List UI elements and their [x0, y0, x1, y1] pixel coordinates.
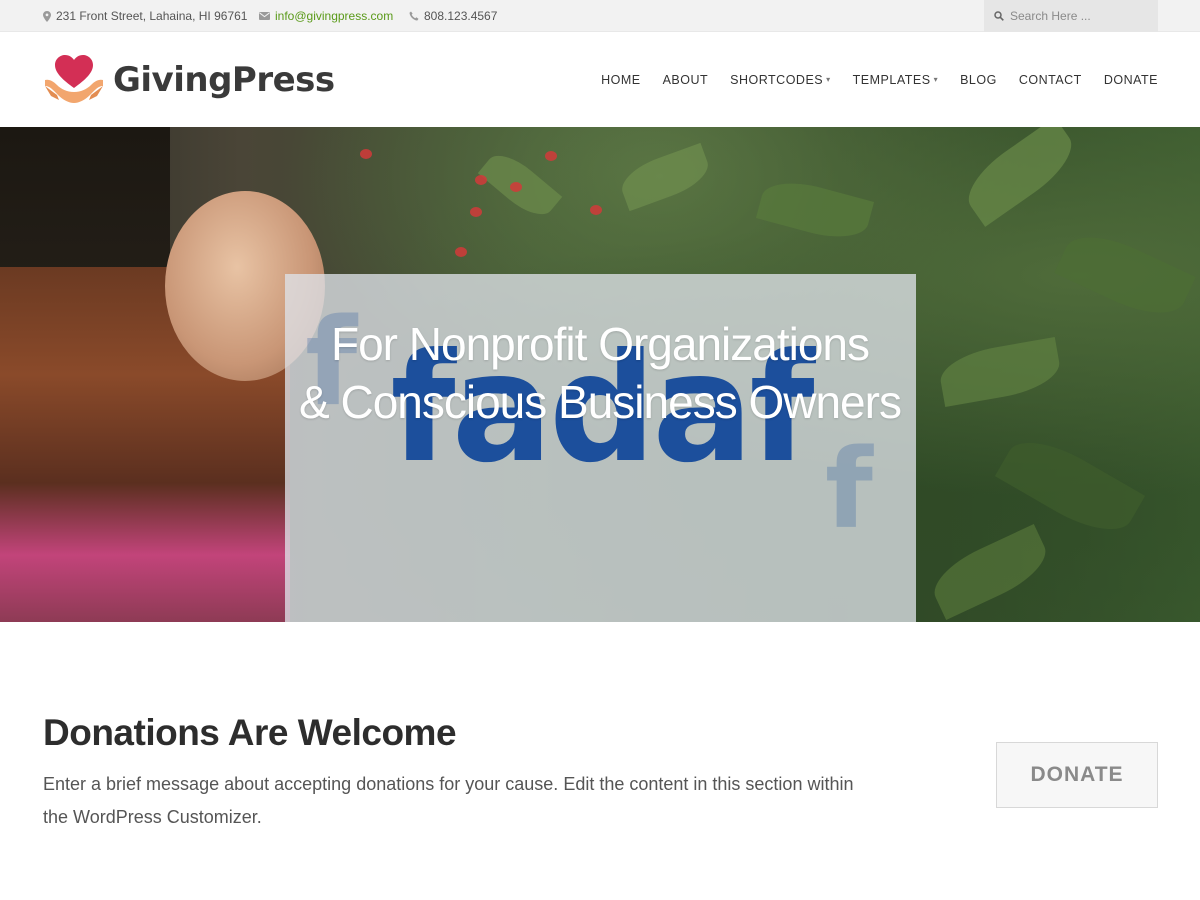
site-logo[interactable]: GivingPress: [43, 52, 335, 108]
flower: [360, 149, 372, 159]
foliage: [1054, 222, 1196, 328]
nav-item-label: BLOG: [960, 72, 997, 87]
nav-item-contact[interactable]: CONTACT: [1019, 73, 1082, 87]
email-link[interactable]: info@givingpress.com: [275, 9, 393, 23]
chevron-down-icon: ▾: [826, 75, 831, 84]
email-info[interactable]: info@givingpress.com: [259, 0, 393, 32]
phone-icon: [409, 11, 419, 21]
nav-item-label: HOME: [601, 72, 641, 87]
hero-title-line1: For Nonprofit Organizations: [330, 318, 870, 370]
nav-item-about[interactable]: ABOUT: [663, 73, 709, 87]
foliage: [615, 142, 715, 212]
flower: [475, 175, 487, 185]
nav-item-home[interactable]: HOME: [601, 73, 641, 87]
nav-item-blog[interactable]: BLOG: [960, 73, 997, 87]
foliage: [925, 523, 1055, 621]
donate-button[interactable]: DONATE: [996, 742, 1158, 808]
flower: [470, 207, 482, 217]
nav-item-templates[interactable]: TEMPLATES ▾: [853, 73, 938, 87]
search-box[interactable]: [984, 0, 1158, 32]
hero-title-line2: & Conscious Business Owners: [299, 376, 902, 428]
flower: [455, 247, 467, 257]
logo-text: GivingPress: [113, 60, 335, 100]
phone-text: 808.123.4567: [424, 9, 498, 23]
foliage: [994, 425, 1146, 547]
flower: [510, 182, 522, 192]
foliage: [956, 127, 1084, 227]
heart-hands-icon: [45, 55, 103, 103]
chevron-down-icon: ▾: [933, 75, 939, 84]
main-nav: HOME ABOUT SHORTCODES ▾ TEMPLATES ▾ BLOG C…: [579, 32, 1158, 127]
envelope-icon: [259, 12, 270, 20]
site-header: GivingPress HOME ABOUT SHORTCODES ▾ TEMPL…: [0, 32, 1200, 127]
map-pin-icon: [43, 10, 51, 22]
search-input[interactable]: [1010, 9, 1150, 23]
donations-title: Donations Are Welcome: [43, 712, 457, 753]
hero-banner: f f fadaf For Nonprofit Organizations & …: [0, 127, 1200, 622]
nav-item-label: SHORTCODES: [730, 72, 824, 87]
phone-info: 808.123.4567: [409, 0, 497, 32]
nav-item-label: DONATE: [1103, 72, 1158, 87]
address-text: 231 Front Street, Lahaina, HI 96761: [56, 9, 248, 23]
flower: [590, 205, 602, 215]
nav-item-label: CONTACT: [1018, 72, 1082, 87]
foliage: [755, 173, 875, 247]
address-info: 231 Front Street, Lahaina, HI 96761: [43, 0, 247, 32]
nav-item-donate[interactable]: DONATE: [1104, 73, 1158, 87]
nav-item-label: TEMPLATES: [852, 72, 931, 87]
flower: [545, 151, 557, 161]
search-icon: [994, 11, 1004, 21]
nav-item-label: ABOUT: [662, 72, 709, 87]
top-bar: 231 Front Street, Lahaina, HI 96761 info…: [0, 0, 1200, 32]
donations-text: Enter a brief message about accepting do…: [43, 774, 854, 827]
nav-item-shortcodes[interactable]: SHORTCODES ▾: [730, 73, 831, 87]
donations-section: Donations Are Welcome Enter a brief mess…: [43, 712, 863, 834]
